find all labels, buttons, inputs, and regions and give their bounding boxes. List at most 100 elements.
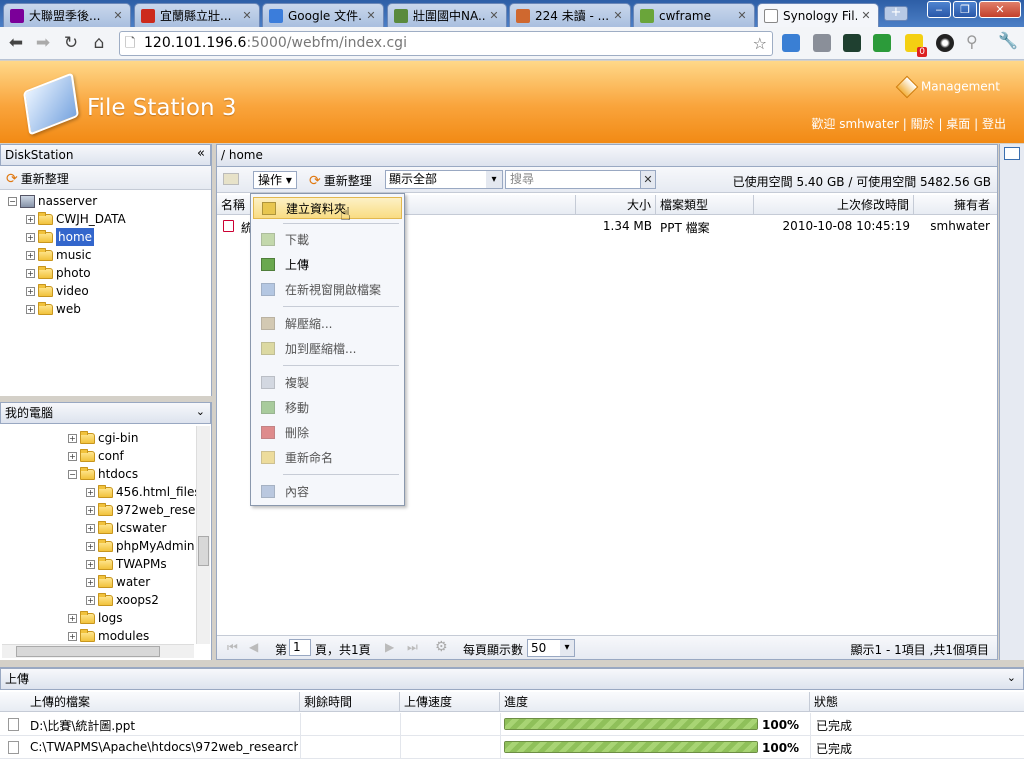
browser-tab[interactable]: cwframe ✕ xyxy=(633,3,755,27)
management-link[interactable]: Management xyxy=(895,75,1000,99)
wrench-icon[interactable]: 🔧 xyxy=(998,31,1018,50)
book-icon[interactable] xyxy=(1004,147,1020,160)
next-page-icon[interactable]: ▶ xyxy=(385,640,394,654)
action-menu-button[interactable]: 操作 ▾ xyxy=(253,171,297,189)
close-window-button[interactable]: ✕ xyxy=(979,1,1021,18)
col-progress[interactable]: 進度 xyxy=(500,692,810,712)
expand-icon[interactable]: ⌄ xyxy=(196,402,205,422)
upload-row[interactable]: D:\比賽\統計圖.ppt 100% 已完成 xyxy=(0,713,1024,736)
about-link[interactable]: 關於 xyxy=(911,117,935,131)
expand-node-icon[interactable]: + xyxy=(86,523,95,533)
page-number-input[interactable]: 1 xyxy=(289,639,311,656)
menu-item[interactable]: 下載 xyxy=(253,229,402,251)
prev-page-icon[interactable]: ◀ xyxy=(249,640,258,654)
browser-tab[interactable]: Google 文件... ✕ xyxy=(262,3,384,27)
extension-icon[interactable] xyxy=(813,34,831,52)
expand-node-icon[interactable]: + xyxy=(86,559,95,569)
menu-item[interactable]: 加到壓縮檔... xyxy=(253,338,402,360)
tree-vertical-scrollbar[interactable] xyxy=(196,426,210,644)
col-speed[interactable]: 上傳速度 xyxy=(400,692,500,712)
close-tab-icon[interactable]: ✕ xyxy=(241,9,253,22)
upload-row[interactable]: C:\TWAPMS\Apache\htdocs\972web_research\… xyxy=(0,736,1024,759)
expand-node-icon[interactable]: + xyxy=(26,214,35,224)
ie-tab-icon[interactable] xyxy=(782,34,800,52)
menu-item[interactable]: 複製 xyxy=(253,372,402,394)
expand-node-icon[interactable]: + xyxy=(86,541,95,551)
tree-node[interactable]: + logs xyxy=(68,609,123,627)
collapse-node-icon[interactable]: − xyxy=(8,196,17,206)
menu-item[interactable]: 上傳 xyxy=(253,254,402,276)
desktop-link[interactable]: 桌面 xyxy=(946,117,970,131)
browser-tab[interactable]: 224 未讀 - ... ✕ xyxy=(509,3,631,27)
close-tab-icon[interactable]: ✕ xyxy=(488,9,500,22)
tree-node[interactable]: + water xyxy=(86,573,150,591)
restore-button[interactable]: ❐ xyxy=(953,1,977,18)
col-size[interactable]: 大小 xyxy=(576,195,656,215)
address-bar[interactable]: 🗋 120.101.196.6:5000/webfm/index.cgi ☆ xyxy=(119,31,773,56)
menu-item[interactable]: 內容 xyxy=(253,481,402,503)
col-owner[interactable]: 擁有者 xyxy=(914,195,994,215)
scrollbar-thumb[interactable] xyxy=(16,646,160,657)
col-upload-file[interactable]: 上傳的檔案 xyxy=(26,692,300,712)
menu-item[interactable]: 重新命名 xyxy=(253,447,402,469)
col-remaining[interactable]: 剩餘時間 xyxy=(300,692,400,712)
extension-icon[interactable] xyxy=(873,34,891,52)
expand-node-icon[interactable]: + xyxy=(26,268,35,278)
notes-icon[interactable]: 0 xyxy=(905,34,927,57)
col-modified[interactable]: 上次修改時間 xyxy=(754,195,914,215)
tree-node[interactable]: − nasserver xyxy=(8,192,97,210)
close-tab-icon[interactable]: ✕ xyxy=(365,9,377,22)
tree-node[interactable]: − htdocs xyxy=(68,465,138,483)
menu-item[interactable]: 移動 xyxy=(253,397,402,419)
expand-node-icon[interactable]: + xyxy=(68,631,77,641)
tree-node[interactable]: + xoops2 xyxy=(86,591,159,609)
col-status[interactable]: 狀態 xyxy=(810,692,1024,712)
tree-node[interactable]: + CWJH_DATA xyxy=(26,210,126,228)
expand-node-icon[interactable]: + xyxy=(26,304,35,314)
tree-node[interactable]: + home xyxy=(26,228,95,246)
menu-item[interactable]: 在新視窗開啟檔案 xyxy=(253,279,402,301)
extension-icon[interactable] xyxy=(936,34,954,52)
collapse-upload-icon[interactable]: ⌄ xyxy=(1007,668,1016,688)
close-tab-icon[interactable]: ✕ xyxy=(860,9,872,22)
expand-node-icon[interactable]: + xyxy=(86,505,95,515)
col-type[interactable]: 檔案類型 xyxy=(656,195,754,215)
tree-node[interactable]: + music xyxy=(26,246,91,264)
close-tab-icon[interactable]: ✕ xyxy=(112,9,124,22)
tree-node[interactable]: + TWAPMs xyxy=(86,555,167,573)
tree-node[interactable]: +456.html_files xyxy=(86,483,201,501)
search-input[interactable]: 搜尋 ✕ xyxy=(505,170,656,189)
new-tab-button[interactable]: + xyxy=(884,6,908,21)
per-page-select[interactable]: 50 ▾ xyxy=(527,639,575,657)
menu-item[interactable]: 刪除 xyxy=(253,422,402,444)
browser-tab[interactable]: Synology Fil...✕ xyxy=(757,3,879,27)
expand-node-icon[interactable]: + xyxy=(26,232,35,242)
expand-node-icon[interactable]: + xyxy=(86,577,95,587)
clear-search-icon[interactable]: ✕ xyxy=(640,170,656,189)
gear-icon[interactable]: ⚙ xyxy=(435,639,448,655)
close-tab-icon[interactable]: ✕ xyxy=(612,9,624,22)
expand-node-icon[interactable]: + xyxy=(26,286,35,296)
tree-node[interactable]: + cgi-bin xyxy=(68,429,138,447)
tree-node[interactable]: + photo xyxy=(26,264,91,282)
logout-link[interactable]: 登出 xyxy=(982,117,1006,131)
tree-horizontal-scrollbar[interactable] xyxy=(2,644,194,658)
reload-button[interactable]: ↻ xyxy=(60,32,82,54)
close-tab-icon[interactable]: ✕ xyxy=(736,9,748,22)
expand-node-icon[interactable]: + xyxy=(86,487,95,497)
parent-folder-icon[interactable] xyxy=(223,173,239,185)
collapse-left-icon[interactable]: « xyxy=(197,144,205,164)
main-refresh-button[interactable]: ⟳ 重新整理 xyxy=(309,172,372,189)
tree-node[interactable]: + phpMyAdmin xyxy=(86,537,195,555)
browser-tab[interactable]: 大聯盟季後... ✕ xyxy=(3,3,131,27)
minimize-button[interactable]: ‒ xyxy=(927,1,951,18)
tree-node[interactable]: + conf xyxy=(68,447,124,465)
extension-icon[interactable] xyxy=(843,34,861,52)
expand-node-icon[interactable]: + xyxy=(68,433,77,443)
last-page-icon[interactable]: ⏭ xyxy=(407,640,418,655)
collapse-node-icon[interactable]: − xyxy=(68,469,77,479)
first-page-icon[interactable]: ⏮ xyxy=(227,640,238,655)
forward-button[interactable]: ➡ xyxy=(32,32,54,54)
home-icon[interactable]: ⌂ xyxy=(88,32,110,54)
filter-select[interactable]: 顯示全部 ▾ xyxy=(385,170,503,189)
